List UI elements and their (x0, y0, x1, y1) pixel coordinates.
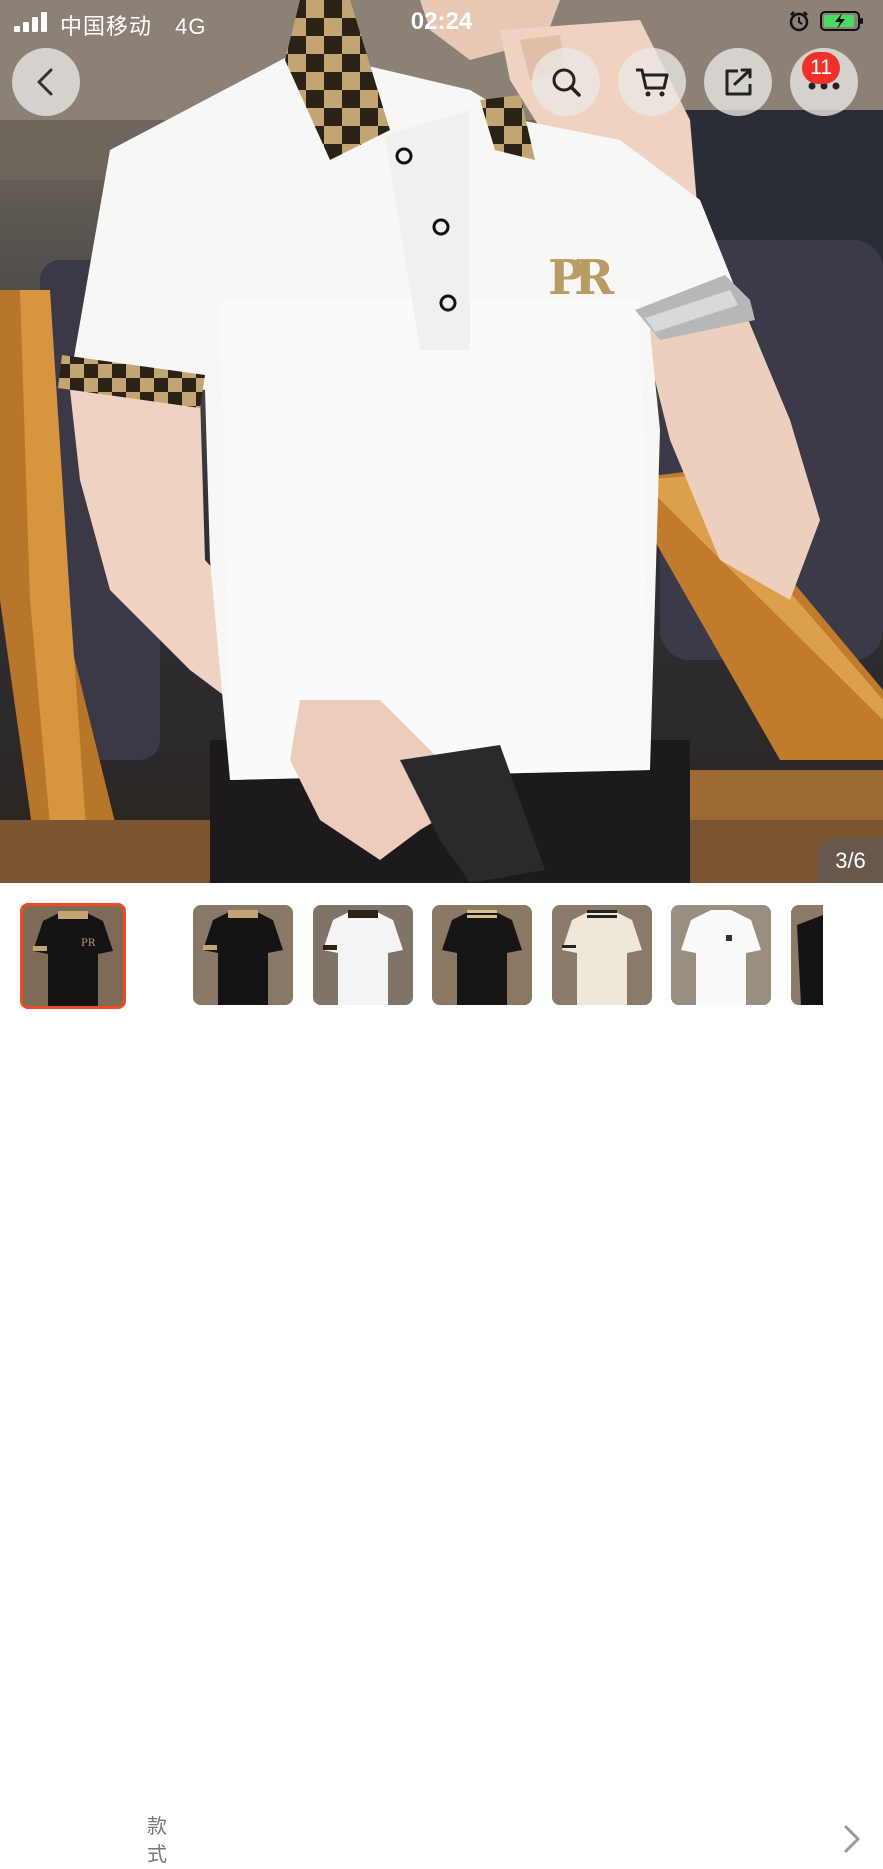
variant-thumb-black-checkered[interactable] (193, 905, 293, 1005)
battery-icon (820, 11, 863, 31)
chevron-right-icon[interactable] (836, 1819, 868, 1859)
shirt-thumbnail-icon (313, 905, 413, 1005)
share-icon (725, 68, 752, 96)
search-button[interactable] (532, 48, 600, 116)
search-icon (552, 68, 581, 97)
image-page-indicator: 3/6 (818, 838, 883, 883)
product-photo-illustration (0, 0, 883, 883)
variant-thumb-black-plain[interactable] (791, 905, 823, 1005)
variant-thumb-cream-striped[interactable] (552, 905, 652, 1005)
shirt-thumbnail-icon (671, 905, 771, 1005)
variant-thumb-white-checkered[interactable] (313, 905, 413, 1005)
notification-badge: 11 (802, 52, 840, 84)
back-button[interactable] (12, 48, 80, 116)
product-image[interactable]: PR 3/6 (0, 0, 883, 883)
variant-strip: PR 款式 (0, 883, 883, 1866)
shirt-thumbnail-icon (193, 905, 293, 1005)
alarm-icon (789, 11, 809, 32)
svg-text:PR: PR (81, 938, 96, 949)
variant-thumb-black-checkered-selected[interactable]: PR (20, 903, 126, 1009)
status-bar: 中国移动 4G 02:24 (0, 0, 883, 46)
cart-button[interactable] (618, 48, 686, 116)
shirt-thumbnail-icon (791, 905, 823, 1005)
style-label: 款式 (147, 1816, 167, 1866)
status-time: 02:24 (410, 8, 473, 35)
shirt-thumbnail-icon (552, 905, 652, 1005)
cart-icon (636, 68, 669, 97)
chevron-left-icon (37, 68, 53, 96)
variant-thumb-white-plain[interactable] (671, 905, 771, 1005)
share-button[interactable] (704, 48, 772, 116)
variant-thumb-black-striped[interactable] (432, 905, 532, 1005)
shirt-logo: PR (548, 250, 614, 306)
shirt-thumbnail-icon: PR (23, 906, 123, 1006)
shirt-thumbnail-icon (432, 905, 532, 1005)
